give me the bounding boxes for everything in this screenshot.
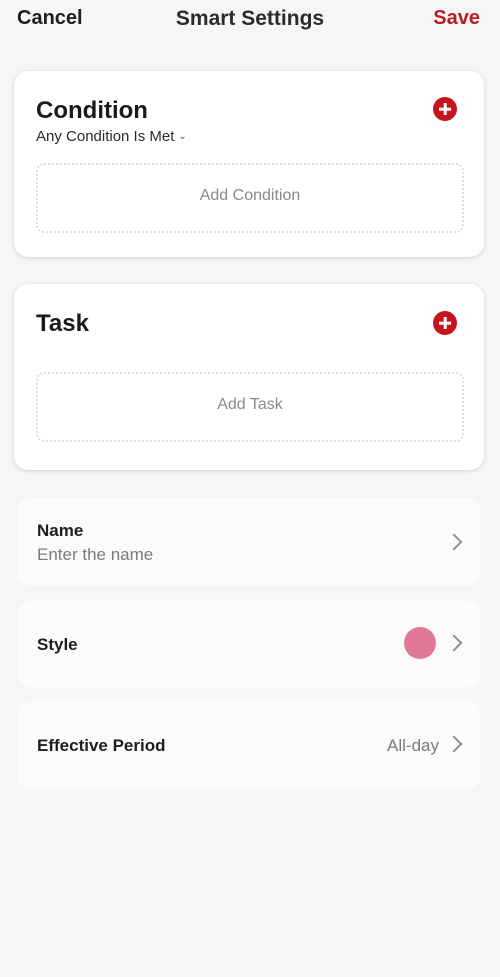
condition-title: Condition	[36, 97, 148, 124]
chevron-right-icon	[445, 634, 463, 652]
name-label: Name	[37, 521, 84, 540]
effective-period-row[interactable]: Effective Period All-day	[18, 701, 480, 789]
style-color-swatch	[404, 627, 436, 659]
condition-match-label: Any Condition Is Met	[36, 128, 175, 145]
add-condition-button[interactable]: Add Condition	[36, 163, 464, 233]
effective-period-label: Effective Period	[37, 736, 166, 755]
add-condition-label: Add Condition	[199, 187, 301, 204]
top-bar: Cancel Smart Settings Save	[0, 0, 500, 38]
condition-match-selector[interactable]: Any Condition Is Met ⌄	[36, 128, 187, 145]
name-row[interactable]: Name Enter the name	[18, 498, 480, 586]
name-placeholder: Enter the name	[37, 545, 154, 564]
effective-period-value: All-day	[387, 736, 439, 755]
add-task-icon[interactable]	[433, 311, 457, 335]
chevron-right-icon	[445, 533, 463, 551]
chevron-right-icon	[445, 735, 463, 753]
style-row[interactable]: Style	[18, 601, 480, 687]
add-task-button[interactable]: Add Task	[36, 372, 464, 442]
task-title: Task	[36, 310, 89, 337]
chevron-down-icon: ⌄	[178, 131, 187, 142]
task-card: Task Add Task	[14, 284, 484, 470]
add-condition-icon[interactable]	[433, 97, 457, 121]
page-title: Smart Settings	[175, 7, 325, 30]
save-button[interactable]: Save	[433, 7, 480, 30]
condition-card: Condition Any Condition Is Met ⌄ Add Cond…	[14, 71, 484, 257]
add-task-label: Add Task	[217, 396, 283, 413]
style-label: Style	[37, 635, 78, 654]
